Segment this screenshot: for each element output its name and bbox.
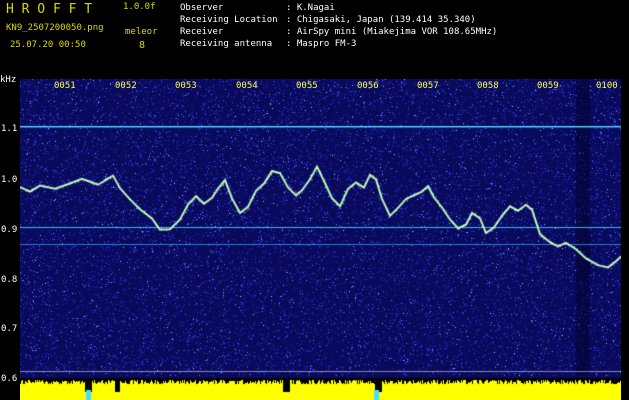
observer-value: : K.Nagai [286,3,335,13]
x-tick-0059: 0059 [537,81,559,91]
y-tick-0.9: 0.9 [1,225,18,235]
y-tick-1.0: 1.0 [1,175,18,185]
app-logo: H R O F F T [6,2,93,17]
x-tick-0055: 0055 [296,81,318,91]
x-tick-0051: 0051 [54,81,76,91]
x-tick-0056: 0056 [357,81,379,91]
spectrogram-plot [20,79,621,400]
receiver-label: Receiver [180,27,224,37]
y-tick-1.1: 1.1 [1,124,18,134]
filename-label: KN9_2507200050.png [6,23,104,33]
antenna-value: : Maspro FM-3 [286,39,357,49]
count-value: 8 [139,40,146,51]
x-tick-0057: 0057 [417,81,439,91]
x-tick-0052: 0052 [115,81,137,91]
y-tick-0.8: 0.8 [1,275,18,285]
location-value: : Chigasaki, Japan (139.414 35.340) [286,15,476,25]
program-label: meleor [125,27,158,37]
x-tick-0054: 0054 [236,81,258,91]
x-tick-0100: 0100 [596,81,618,91]
x-tick-0058: 0058 [477,81,499,91]
plot-right-margin [621,79,629,400]
spectrogram-canvas [20,79,621,400]
location-label: Receiving Location [180,15,278,25]
y-tick-0.6: 0.6 [1,374,18,384]
x-tick-0053: 0053 [175,81,197,91]
y-axis-unit: kHz [0,75,17,85]
observer-label: Observer [180,3,224,13]
antenna-label: Receiving antenna [180,39,273,49]
y-tick-0.7: 0.7 [1,324,18,334]
version-label: 1.0.0f [123,2,156,12]
datetime-label: 25.07.20 00:50 [10,40,86,50]
receiver-value: : AirSpy mini (Miakejima VOR 108.65MHz) [286,27,498,37]
